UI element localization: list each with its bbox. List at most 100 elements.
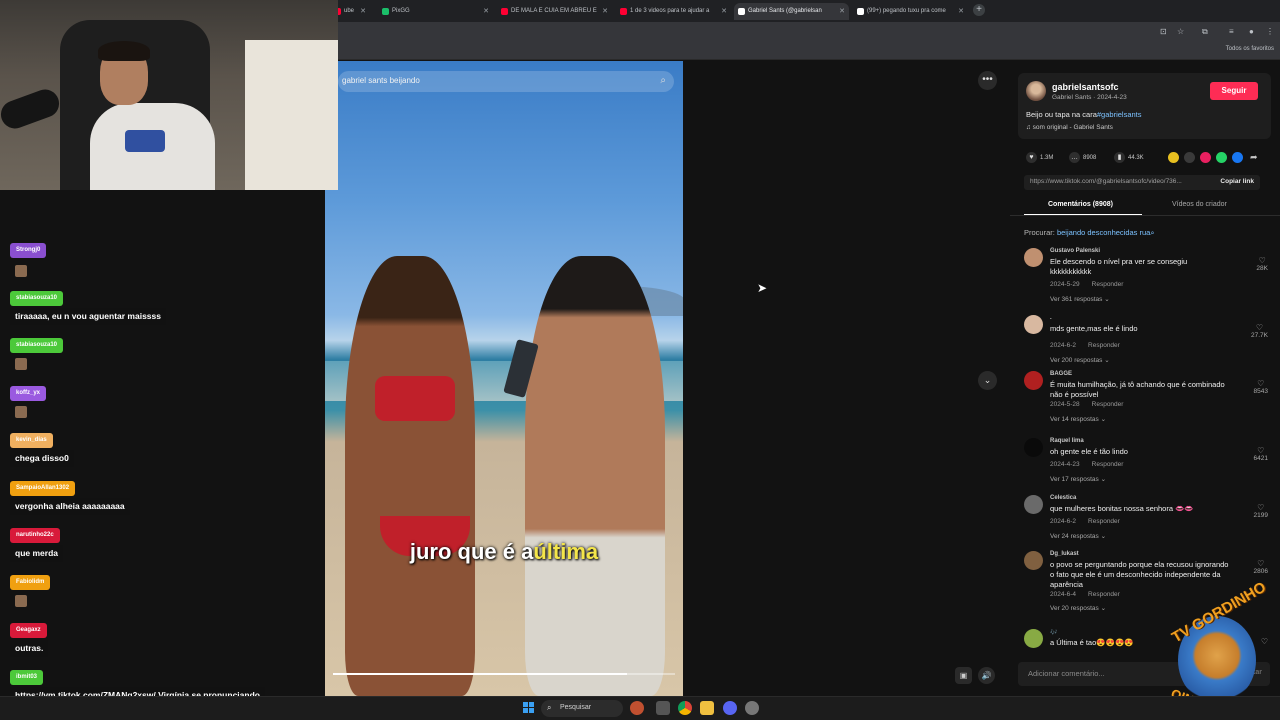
commenter-avatar[interactable] <box>1024 495 1043 514</box>
view-replies-button[interactable]: Ver 20 respostas ⌄ <box>1050 604 1106 612</box>
commenter-name[interactable]: 🎶 <box>1050 629 1057 636</box>
search-input[interactable]: gabriel sants beijando <box>342 76 420 85</box>
reply-button[interactable]: Responder <box>1088 591 1120 598</box>
settings-icon[interactable] <box>745 701 759 715</box>
mini-player-button[interactable]: ▣ <box>955 667 972 684</box>
like-stat[interactable]: ♥ 1.3M <box>1026 152 1053 163</box>
heart-outline-icon: ♡ <box>1257 503 1265 512</box>
windows-taskbar: ⌕ Pesquisar <box>0 696 1280 720</box>
reply-button[interactable]: Responder <box>1092 401 1124 408</box>
app-icon[interactable] <box>630 701 644 715</box>
close-tab-icon[interactable]: ✕ <box>839 3 845 20</box>
close-tab-icon[interactable]: ✕ <box>721 3 727 20</box>
commenter-name[interactable]: . <box>1050 315 1052 321</box>
related-search-label: Procurar: <box>1024 228 1055 237</box>
replies-label: Ver 20 respostas <box>1050 605 1099 612</box>
browser-tab[interactable]: PixGG ✕ <box>378 3 493 20</box>
search-icon[interactable]: ⌕ <box>660 75 666 86</box>
commenter-avatar[interactable] <box>1024 371 1043 390</box>
new-tab-button[interactable]: + <box>973 4 985 16</box>
streamer <box>90 41 220 190</box>
comment-like[interactable]: ♡ 8543 <box>1254 379 1268 395</box>
related-search-term[interactable]: beijando desconhecidas rua <box>1057 228 1150 237</box>
view-replies-button[interactable]: Ver 24 respostas ⌄ <box>1050 532 1106 540</box>
facebook-icon[interactable] <box>1232 152 1243 163</box>
commenter-avatar[interactable] <box>1024 315 1043 334</box>
heart-outline-icon: ♡ <box>1257 379 1265 388</box>
close-tab-icon[interactable]: ✕ <box>958 3 964 20</box>
comment-like[interactable]: ♡ 6421 <box>1254 446 1268 462</box>
menu-icon[interactable]: ⋮ <box>1266 27 1274 36</box>
next-video-button[interactable]: ⌄ <box>978 371 997 390</box>
reply-button[interactable]: Responder <box>1092 461 1124 468</box>
video-progress-bar[interactable] <box>333 673 675 675</box>
view-replies-button[interactable]: Ver 361 respostas ⌄ <box>1050 295 1110 303</box>
view-replies-button[interactable]: Ver 200 respostas ⌄ <box>1050 356 1110 364</box>
heart-outline-icon: ♡ <box>1258 256 1266 265</box>
whatsapp-icon[interactable] <box>1216 152 1227 163</box>
creator-username[interactable]: gabrielsantsofc <box>1052 82 1119 92</box>
save-stat[interactable]: ▮ 44.3K <box>1114 152 1144 163</box>
close-tab-icon[interactable]: ✕ <box>360 3 366 20</box>
video-url[interactable]: https://www.tiktok.com/@gabrielsantsofc/… <box>1030 178 1210 185</box>
embed-icon[interactable] <box>1184 152 1195 163</box>
comment-like[interactable]: ♡ 2199 <box>1254 503 1268 519</box>
commenter-name[interactable]: Celestica <box>1050 495 1076 501</box>
commenter-avatar[interactable] <box>1024 248 1043 267</box>
commenter-name[interactable]: Raquel lima <box>1050 438 1084 444</box>
lens-icon[interactable]: ⊡ <box>1160 27 1167 36</box>
star-icon[interactable]: ☆ <box>1177 27 1184 36</box>
replies-label: Ver 24 respostas <box>1050 533 1099 540</box>
related-search: Procurar: beijando desconhecidas rua⌕ <box>1024 228 1155 238</box>
comment-like[interactable]: ♡ 28K <box>1256 256 1268 272</box>
reply-button[interactable]: Responder <box>1088 342 1120 349</box>
taskbar-search[interactable]: ⌕ Pesquisar <box>541 700 623 717</box>
share-arrow-icon[interactable]: ➦ <box>1250 152 1258 163</box>
description-text: Beijo ou tapa na cara <box>1026 110 1097 119</box>
commenter-name[interactable]: Dg_lukast <box>1050 551 1079 557</box>
reply-button[interactable]: Responder <box>1088 518 1120 525</box>
task-view-icon[interactable] <box>656 701 670 715</box>
comment-stat[interactable]: … 8908 <box>1069 152 1096 163</box>
commenter-avatar[interactable] <box>1024 438 1043 457</box>
search-bar[interactable]: gabriel sants beijando ⌕ <box>338 71 674 92</box>
tab-title: PixGG <box>392 8 410 14</box>
browser-tab-active[interactable]: Gabriel Sants (@gabrielsan ✕ <box>734 3 849 20</box>
media-icon[interactable]: ≡ <box>1229 27 1234 36</box>
extensions-icon[interactable]: ⧉ <box>1202 27 1208 37</box>
commenter-name[interactable]: BAGGE <box>1050 371 1072 377</box>
discord-icon[interactable] <box>723 701 737 715</box>
reply-button[interactable]: Responder <box>1092 281 1124 288</box>
more-options-button[interactable]: ••• <box>978 71 997 90</box>
heart-icon: ♥ <box>1026 152 1037 163</box>
commenter-avatar[interactable] <box>1024 551 1043 570</box>
profile-icon[interactable]: ● <box>1249 27 1254 36</box>
browser-tab[interactable]: (99+) pegando tuxu pra come ✕ <box>853 3 968 20</box>
file-explorer-icon[interactable] <box>700 701 714 715</box>
chrome-icon[interactable] <box>678 701 692 715</box>
tab-favicon-icon <box>620 8 627 15</box>
share-friends-icon[interactable] <box>1168 152 1179 163</box>
start-button[interactable] <box>523 702 535 714</box>
view-replies-button[interactable]: Ver 17 respostas ⌄ <box>1050 475 1106 483</box>
creator-avatar[interactable] <box>1026 81 1046 101</box>
view-replies-button[interactable]: Ver 14 respostas ⌄ <box>1050 415 1106 423</box>
comment-like[interactable]: ♡ 2806 <box>1254 559 1268 575</box>
browser-tab[interactable]: 1 de 3 videos para te ajudar a ✕ <box>616 3 731 20</box>
video-player[interactable]: juro que é aúltima <box>325 61 683 696</box>
tab-comments[interactable]: Comentários (8908) <box>1048 201 1113 208</box>
close-tab-icon[interactable]: ✕ <box>602 3 608 20</box>
hashtag-link[interactable]: #gabrielsants <box>1097 110 1142 119</box>
browser-tab[interactable]: DE MALA E CUIA EM ABREU E ✕ <box>497 3 612 20</box>
follow-button[interactable]: Seguir <box>1210 82 1258 100</box>
copy-link-button[interactable]: Copiar link <box>1220 178 1254 185</box>
commenter-avatar[interactable] <box>1024 629 1043 648</box>
tab-creator-videos[interactable]: Vídeos do criador <box>1172 201 1227 208</box>
comment-like[interactable]: ♡ 27.7K <box>1251 323 1268 339</box>
close-tab-icon[interactable]: ✕ <box>483 3 489 20</box>
sound-link[interactable]: ♫ som original - Gabriel Sants <box>1026 124 1113 131</box>
commenter-name[interactable]: Gustavo Palenski <box>1050 248 1100 254</box>
send-icon[interactable] <box>1200 152 1211 163</box>
all-bookmarks[interactable]: Todos os favoritos <box>1226 46 1274 52</box>
volume-button[interactable]: 🔊 <box>978 667 995 684</box>
